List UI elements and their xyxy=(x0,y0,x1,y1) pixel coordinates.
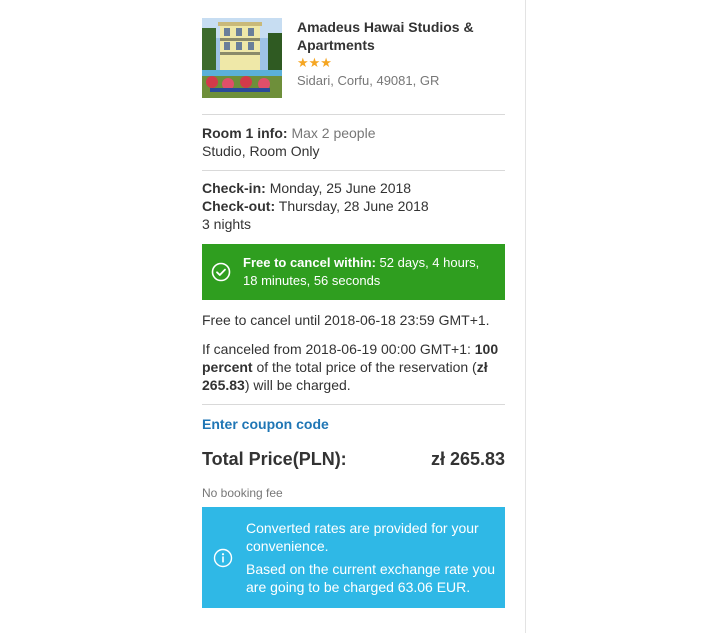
check-circle-icon xyxy=(211,262,231,282)
vertical-divider xyxy=(525,0,526,633)
conversion-notice-line-1: Converted rates are provided for your co… xyxy=(246,520,479,554)
enter-coupon-link[interactable]: Enter coupon code xyxy=(202,416,505,432)
penalty-suffix: will be charged. xyxy=(253,377,351,393)
conversion-notice-line-2: Based on the current exchange rate you a… xyxy=(246,561,496,595)
total-price-amount: zł 265.83 xyxy=(430,449,505,469)
room-info-label: Room 1 info: xyxy=(202,125,288,141)
hotel-photo xyxy=(202,18,282,98)
free-cancel-banner: Free to cancel within: 52 days, 4 hours,… xyxy=(202,244,505,300)
free-cancel-text: Free to cancel within: 52 days, 4 hours,… xyxy=(243,254,505,290)
divider xyxy=(202,114,505,115)
checkin-date: Monday, 25 June 2018 xyxy=(269,180,412,196)
free-cancel-label: Free to cancel within: xyxy=(243,255,376,270)
nights-count: 3 nights xyxy=(202,216,252,232)
divider xyxy=(202,170,505,171)
checkin-label: Check-in: xyxy=(202,180,266,196)
cancellation-penalty: If canceled from 2018-06-19 00:00 GMT+1:… xyxy=(202,341,499,393)
room-type: Studio, Room Only xyxy=(202,143,320,159)
divider xyxy=(202,404,505,405)
penalty-prefix: If canceled from 2018-06-19 00:00 GMT+1: xyxy=(202,341,471,357)
hotel-star-rating: ★★★ xyxy=(297,55,332,70)
hotel-name: Amadeus Hawai Studios & Apartments xyxy=(297,19,474,53)
room-info: Room 1 info: Max 2 people Studio, Room O… xyxy=(202,124,505,160)
checkout-label: Check-out: xyxy=(202,198,276,214)
total-price-row: Total Price(PLN): zł 265.83 xyxy=(202,449,505,470)
currency-conversion-notice: Converted rates are provided for your co… xyxy=(202,507,505,608)
booking-fee-note: No booking fee xyxy=(202,486,283,500)
hotel-info: Amadeus Hawai Studios & Apartments ★★★ S… xyxy=(297,18,487,98)
hotel-address: Sidari, Corfu, 49081, GR xyxy=(297,73,440,88)
conversion-notice-text: Converted rates are provided for your co… xyxy=(246,519,505,596)
free-cancel-until: Free to cancel until 2018-06-18 23:59 GM… xyxy=(202,312,490,328)
total-price-label: Total Price(PLN): xyxy=(202,449,347,469)
info-icon xyxy=(213,548,233,568)
hotel-header: Amadeus Hawai Studios & Apartments ★★★ S… xyxy=(202,0,505,98)
booking-summary-panel: Amadeus Hawai Studios & Apartments ★★★ S… xyxy=(202,0,505,608)
checkout-date: Thursday, 28 June 2018 xyxy=(278,198,429,214)
room-capacity: Max 2 people xyxy=(291,125,376,141)
penalty-description: of the total price of the reservation xyxy=(256,359,469,375)
stay-dates: Check-in: Monday, 25 June 2018 Check-out… xyxy=(202,179,505,233)
